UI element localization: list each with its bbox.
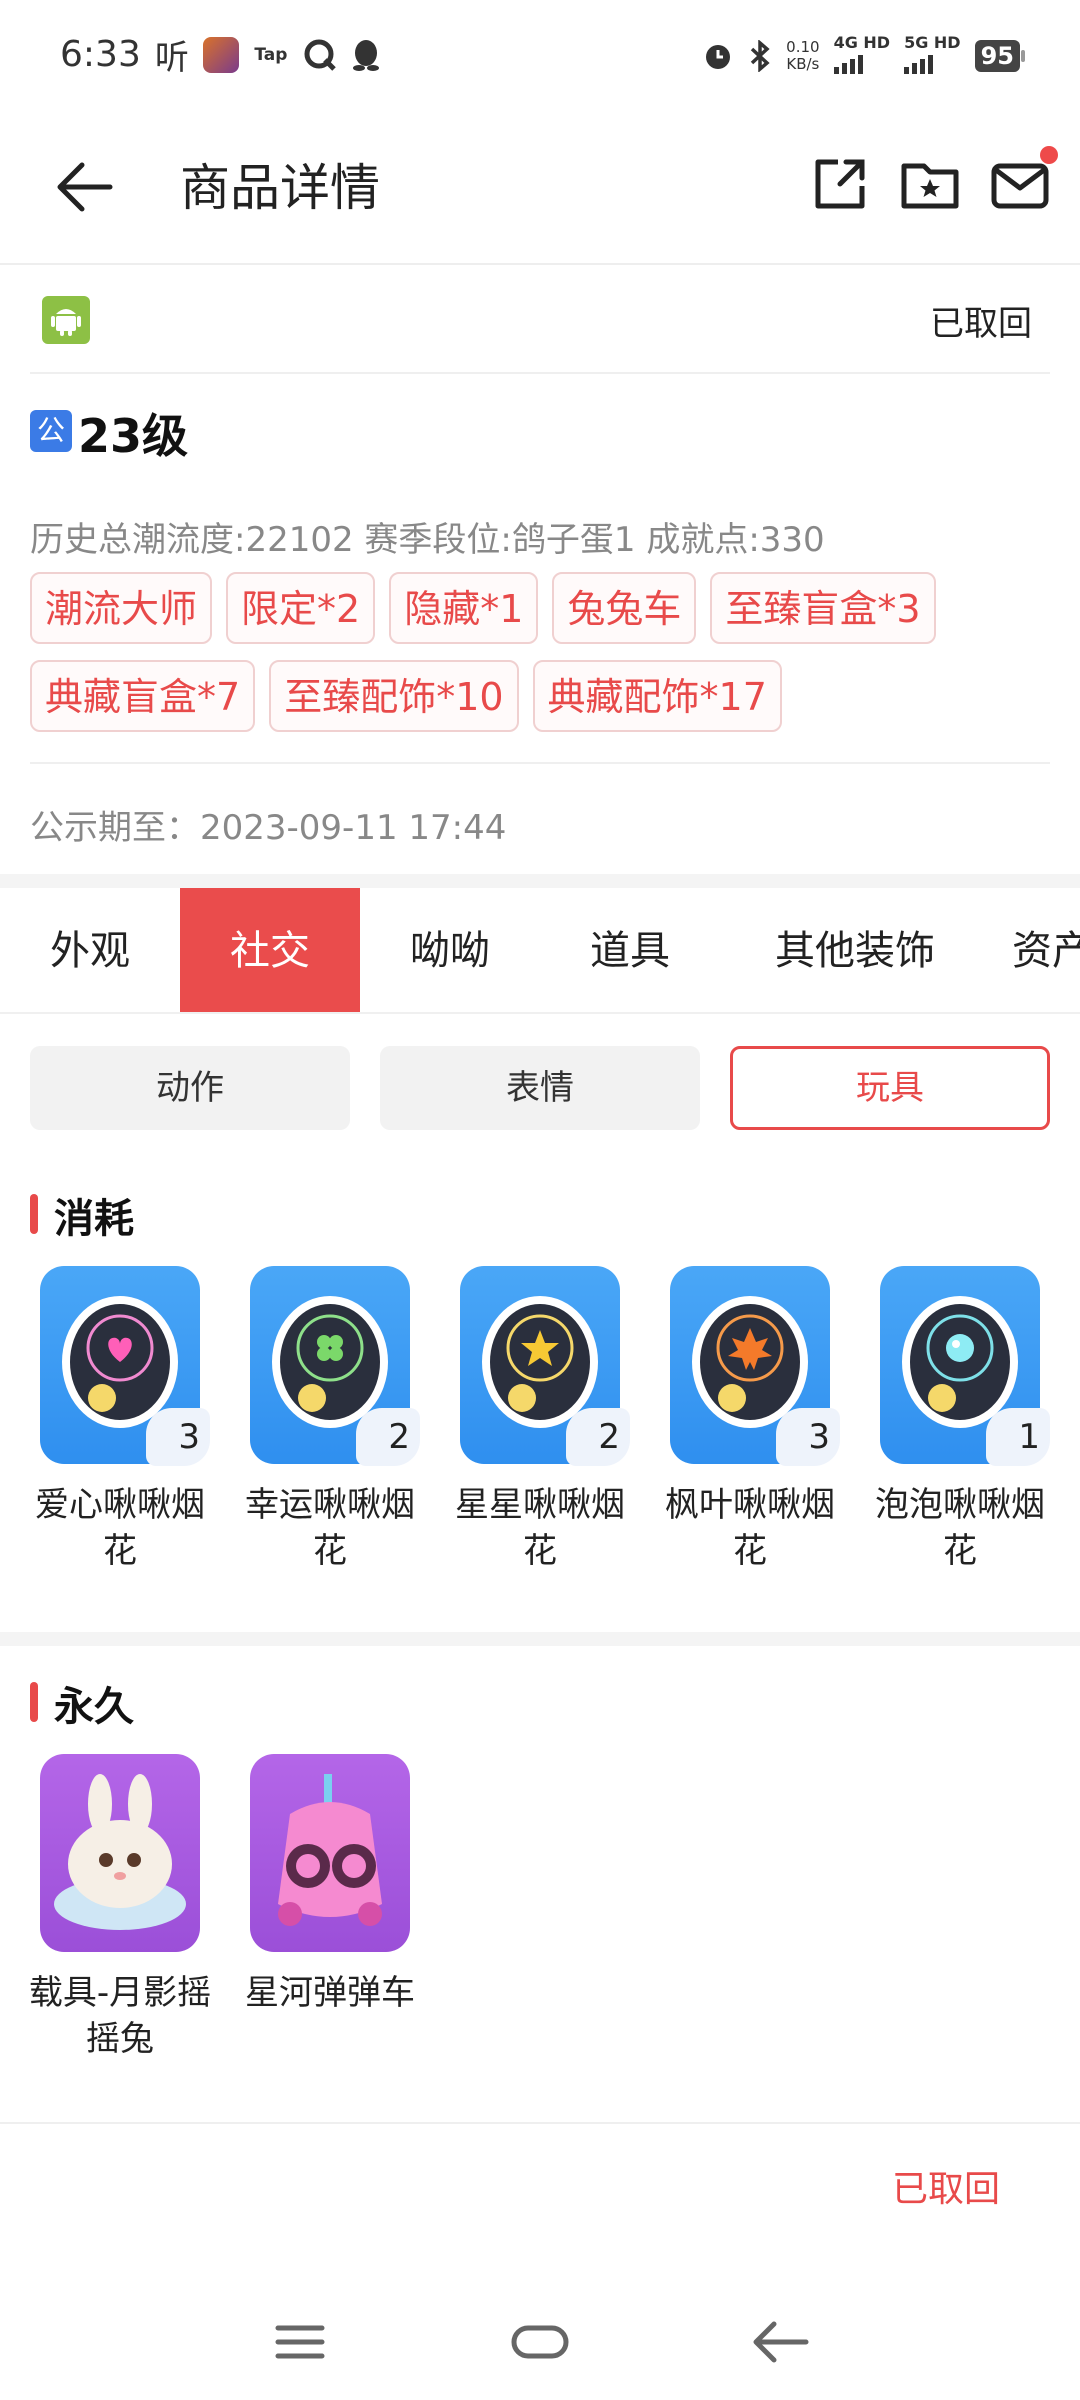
count-badge: 1 (986, 1408, 1050, 1466)
tag: 典藏盲盒*7 (30, 660, 256, 732)
tab-appearance[interactable]: 外观 (0, 888, 180, 1012)
tag: 隐藏*1 (389, 572, 539, 644)
retrieval-status: 已取回 (930, 304, 1032, 344)
item-name: 枫叶啾啾烟花 (665, 1485, 835, 1571)
account-stats: 历史总潮流度:22102 赛季段位:鸽子蛋1 成就点:330 (30, 520, 825, 560)
alarm-icon (706, 45, 731, 69)
page-title: 商品详情 (180, 159, 380, 217)
subtab-toys[interactable]: 玩具 (730, 1046, 1050, 1130)
share-icon[interactable] (808, 152, 872, 216)
tap-icon: Tap (254, 44, 288, 65)
section-gap (0, 1632, 1080, 1646)
listen-indicator: 听 (154, 38, 189, 78)
item-card[interactable]: 3 爱心啾啾烟花 (20, 1266, 220, 1574)
signal-5g: 5G HD (904, 34, 961, 78)
count-badge: 2 (356, 1408, 420, 1466)
tag: 至臻配饰*10 (269, 660, 519, 732)
item-name: 泡泡啾啾烟花 (875, 1485, 1045, 1571)
account-level: 23级 (78, 409, 189, 463)
count-badge: 3 (146, 1408, 210, 1466)
item-name: 爱心啾啾烟花 (35, 1485, 205, 1571)
item-name: 星河弹弹车 (245, 1973, 415, 2013)
item-card[interactable]: 1 泡泡啾啾烟花 (860, 1266, 1060, 1574)
section-title-consumable: 消耗 (30, 1186, 134, 1244)
divider (30, 372, 1050, 374)
item-card[interactable]: 星河弹弹车 (230, 1754, 430, 2016)
item-name: 星星啾啾烟花 (455, 1485, 625, 1571)
divider (0, 2122, 1080, 2124)
heart-firework-icon: 3 (40, 1266, 210, 1466)
system-nav-bar (0, 2280, 1080, 2400)
category-tabs: 外观 社交 呦呦 道具 其他装饰 资产 (0, 888, 1080, 1014)
tab-other-decor[interactable]: 其他装饰 (740, 888, 970, 1012)
q-icon (304, 39, 336, 71)
notification-dot (1040, 146, 1058, 164)
item-name: 幸运啾啾烟花 (245, 1485, 415, 1571)
home-icon[interactable] (500, 2310, 580, 2374)
clover-firework-icon: 2 (250, 1266, 420, 1466)
item-name: 载具-月影摇摇兔 (28, 1973, 212, 2059)
divider (30, 762, 1050, 764)
section-title-permanent: 永久 (30, 1674, 134, 1732)
network-speed: 0.10 KB/s (786, 38, 820, 73)
galaxy-bounce-car-icon (250, 1754, 410, 1952)
bluetooth-icon (750, 40, 770, 72)
section-gap (0, 874, 1080, 888)
android-icon (42, 296, 90, 344)
tab-assets[interactable]: 资产 (1012, 888, 1080, 1012)
subtab-emotes[interactable]: 表情 (380, 1046, 700, 1130)
tag: 潮流大师 (30, 572, 213, 644)
item-card[interactable]: 3 枫叶啾啾烟花 (650, 1266, 850, 1574)
bubble-firework-icon: 1 (880, 1266, 1050, 1466)
signal-4g: 4G HD (833, 34, 890, 78)
tag: 至臻盲盒*3 (710, 572, 936, 644)
item-card[interactable]: 2 星星啾啾烟花 (440, 1266, 640, 1574)
status-bar: 6:33 听 Tap 0.10 KB/s 4G HD 5G HD 95 (0, 0, 1080, 110)
back-arrow-icon[interactable] (50, 152, 120, 222)
back-icon[interactable] (740, 2310, 820, 2374)
tab-social[interactable]: 社交 (180, 888, 360, 1012)
tag: 限定*2 (226, 572, 376, 644)
subtab-actions[interactable]: 动作 (30, 1046, 350, 1130)
bottom-status[interactable]: 已取回 (892, 2160, 1000, 2212)
penguin-icon (352, 39, 379, 71)
count-badge: 3 (776, 1408, 840, 1466)
tag-list: 潮流大师 限定*2 隐藏*1 兔兔车 至臻盲盒*3 典藏盲盒*7 至臻配饰*10… (30, 572, 1040, 732)
item-card[interactable]: 载具-月影摇摇兔 (20, 1754, 220, 2062)
maple-firework-icon: 3 (670, 1266, 840, 1466)
public-badge: 公 (30, 410, 72, 452)
favorite-folder-icon[interactable] (898, 152, 962, 216)
tag: 典藏配饰*17 (532, 660, 782, 732)
app-header: 商品详情 (0, 110, 1080, 265)
menu-icon[interactable] (260, 2310, 340, 2374)
item-card[interactable]: 2 幸运啾啾烟花 (230, 1266, 430, 1574)
tab-props[interactable]: 道具 (540, 888, 720, 1012)
status-time: 6:33 (60, 34, 141, 75)
game-app-icon (202, 36, 239, 73)
public-until: 公示期至：2023-09-11 17:44 (30, 808, 507, 848)
tab-youyou[interactable]: 呦呦 (360, 888, 540, 1012)
star-firework-icon: 2 (460, 1266, 630, 1466)
tag: 兔兔车 (552, 572, 697, 644)
count-badge: 2 (566, 1408, 630, 1466)
battery-indicator: 95 (974, 40, 1026, 72)
moon-rabbit-vehicle-icon (40, 1754, 200, 1952)
